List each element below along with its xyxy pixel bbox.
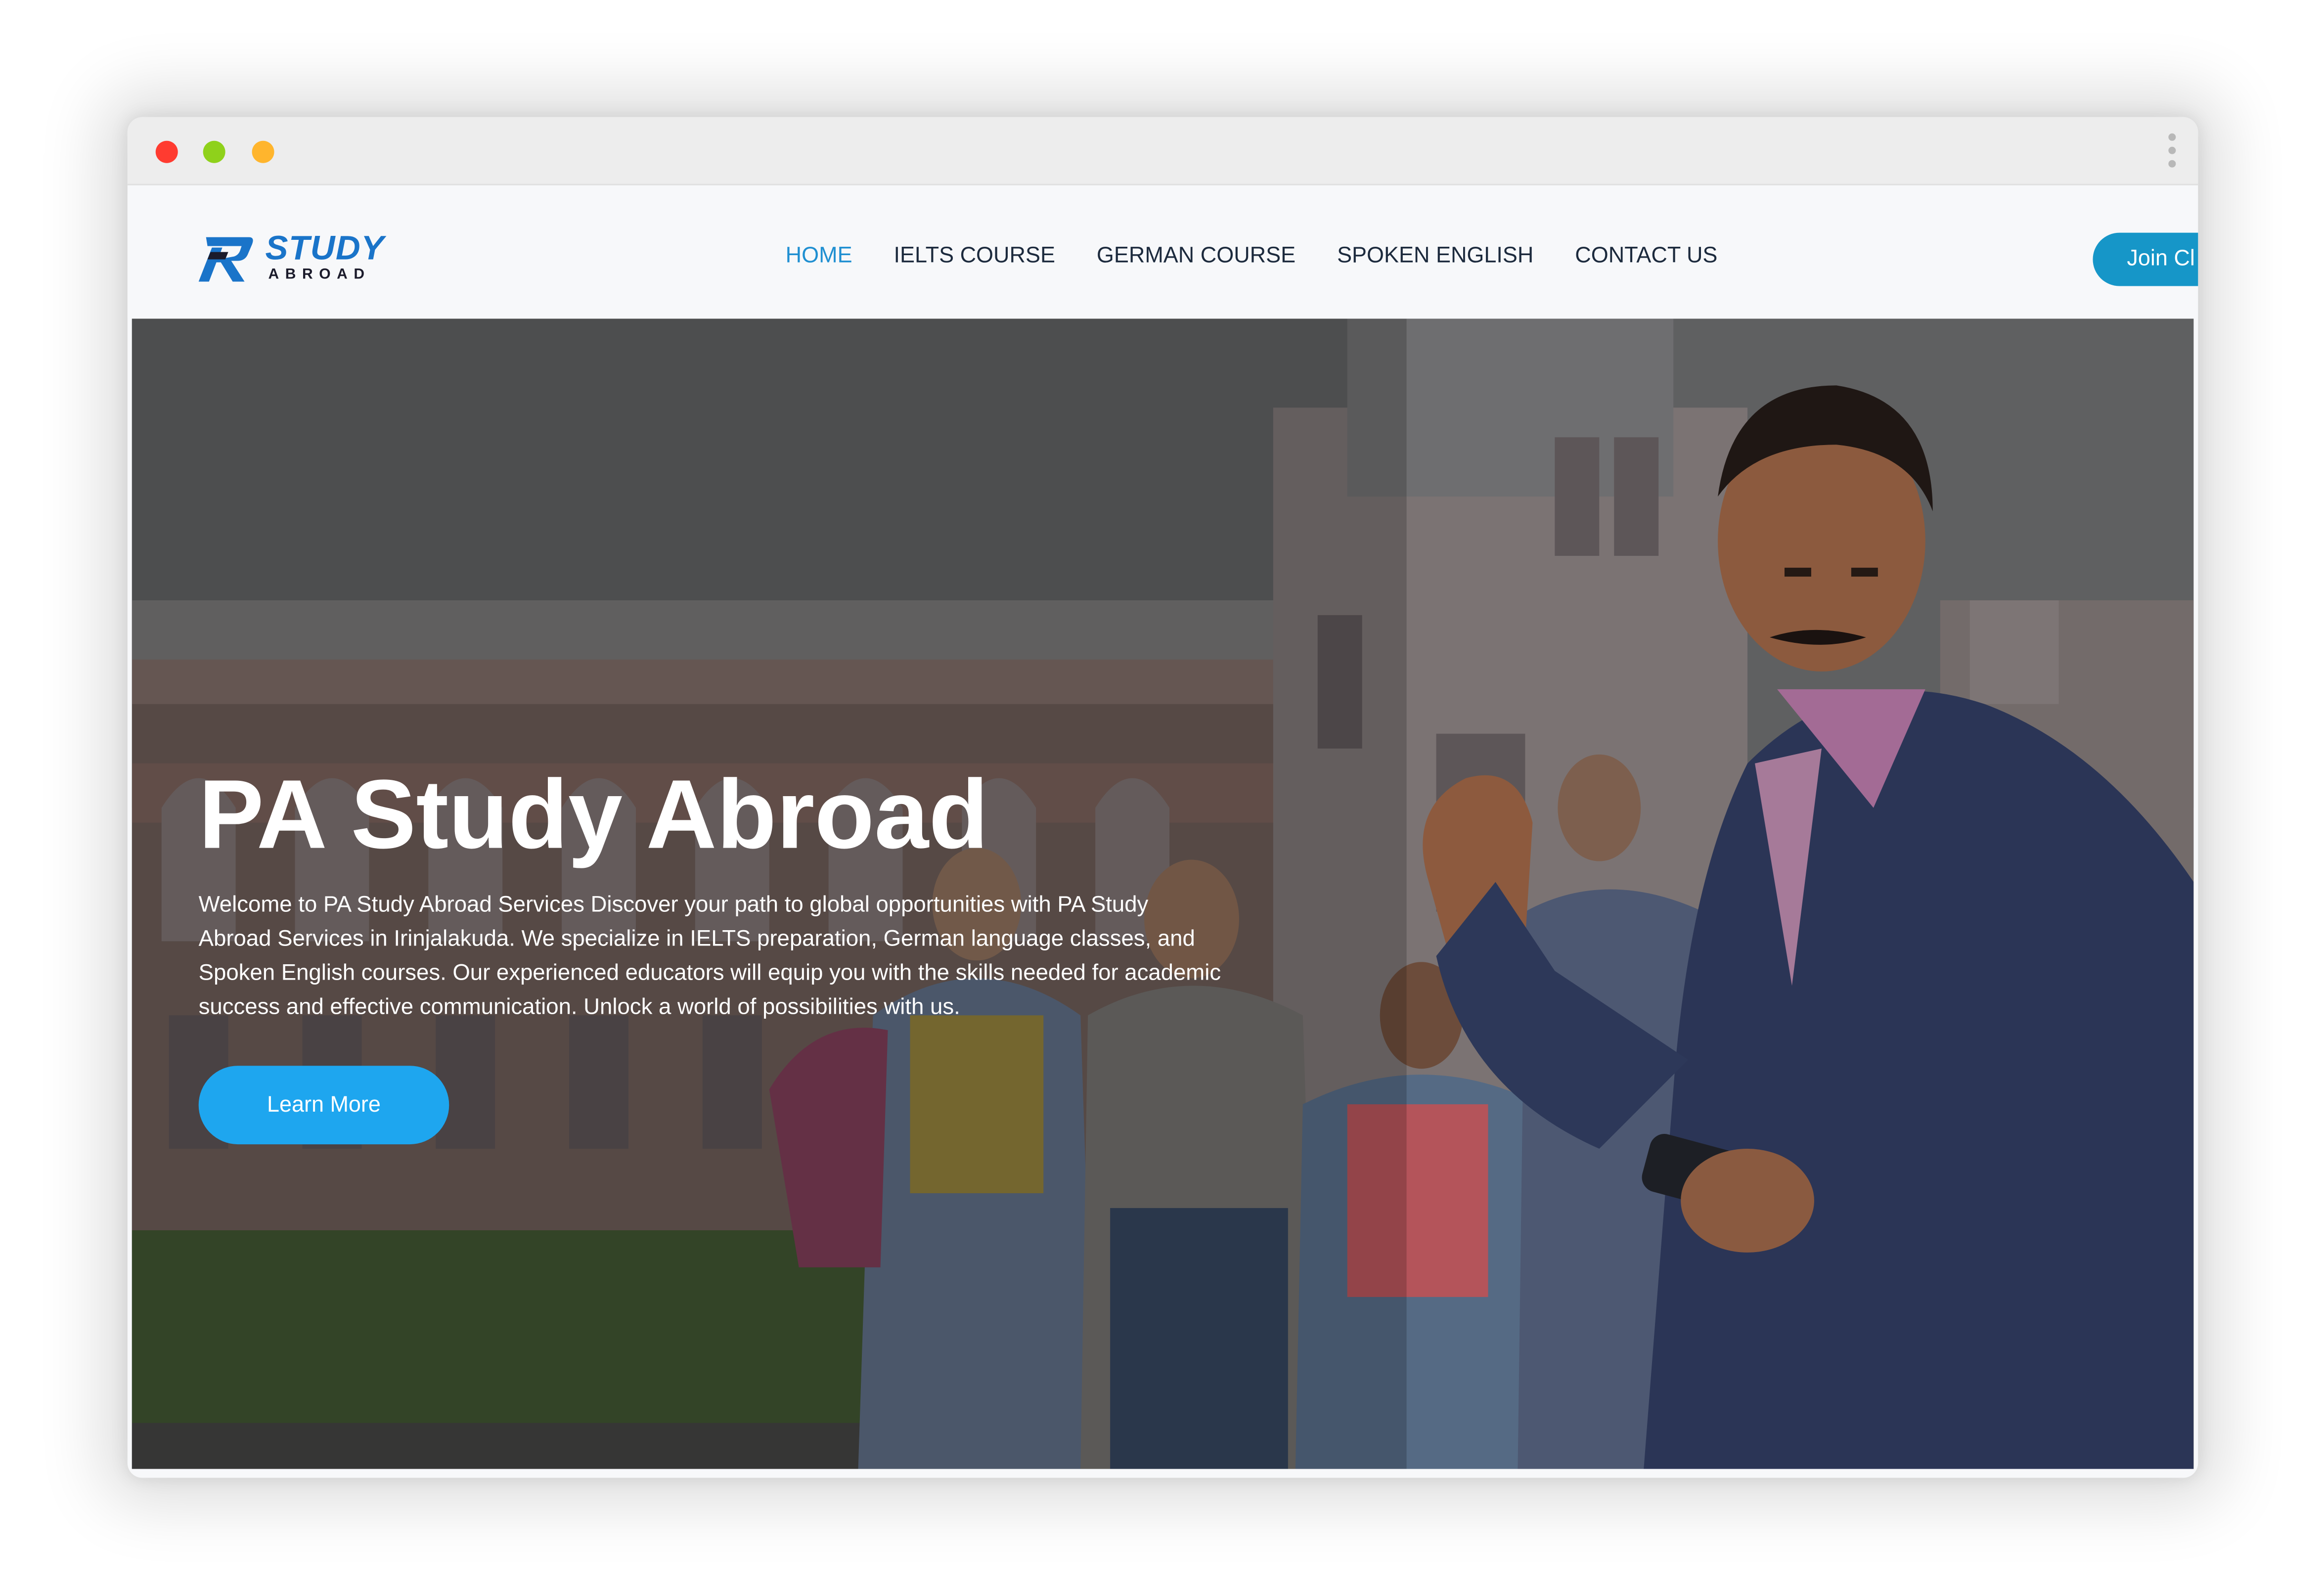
close-window-button[interactable]	[155, 140, 178, 163]
window-titlebar	[127, 117, 2198, 185]
nav-contact-us[interactable]: CONTACT US	[1575, 240, 1717, 273]
join-class-button[interactable]: Join Cl	[2093, 232, 2198, 286]
nav-ielts-course[interactable]: IELTS COURSE	[894, 240, 1055, 273]
site-header: STUDY ABROAD HOME IELTS COURSE GERMAN CO…	[127, 194, 2198, 317]
site-logo[interactable]: STUDY ABROAD	[198, 230, 384, 289]
main-navigation: HOME IELTS COURSE GERMAN COURSE SPOKEN E…	[786, 240, 1759, 273]
hero-banner: PA Study Abroad Welcome to PA Study Abro…	[132, 318, 2194, 1469]
nav-german-course[interactable]: GERMAN COURSE	[1097, 240, 1296, 273]
browser-window: STUDY ABROAD HOME IELTS COURSE GERMAN CO…	[127, 117, 2198, 1478]
logo-secondary-text: ABROAD	[268, 267, 371, 283]
more-vertical-icon[interactable]	[2165, 133, 2177, 172]
nav-home[interactable]: HOME	[786, 240, 852, 273]
logo-mark-icon	[198, 237, 253, 282]
nav-spoken-english[interactable]: SPOKEN ENGLISH	[1337, 240, 1533, 273]
hero-title: PA Study Abroad	[198, 759, 989, 869]
minimize-window-button[interactable]	[203, 140, 225, 163]
screenshot-scene: STUDY ABROAD HOME IELTS COURSE GERMAN CO…	[0, 0, 2324, 1573]
hero-description: Welcome to PA Study Abroad Services Disc…	[198, 892, 1221, 1020]
maximize-window-button[interactable]	[252, 140, 274, 163]
learn-more-button[interactable]: Learn More	[198, 1066, 449, 1145]
logo-primary-text: STUDY	[265, 228, 385, 267]
